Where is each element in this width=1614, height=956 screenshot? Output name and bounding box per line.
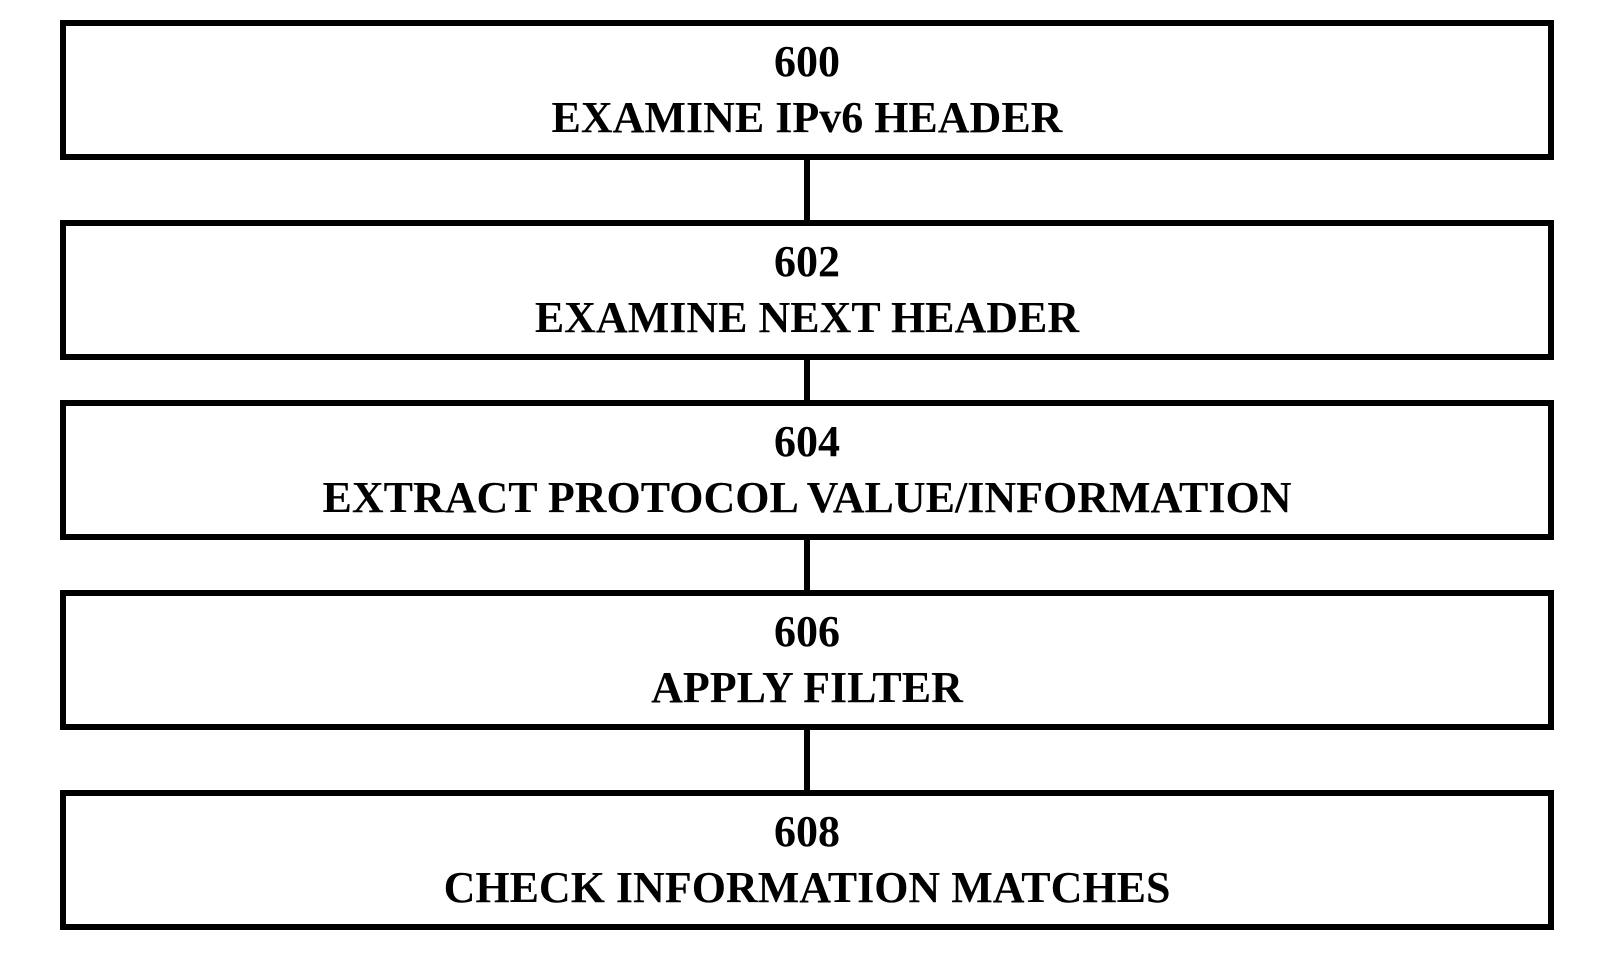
- step-text: EXAMINE NEXT HEADER: [535, 290, 1079, 346]
- step-box-602: 602 EXAMINE NEXT HEADER: [60, 220, 1554, 360]
- step-number: 606: [774, 604, 840, 660]
- step-box-604: 604 EXTRACT PROTOCOL VALUE/INFORMATION: [60, 400, 1554, 540]
- step-text: EXTRACT PROTOCOL VALUE/INFORMATION: [323, 470, 1292, 526]
- step-box-608: 608 CHECK INFORMATION MATCHES: [60, 790, 1554, 930]
- step-box-606: 606 APPLY FILTER: [60, 590, 1554, 730]
- flowchart-canvas: 600 EXAMINE IPv6 HEADER 602 EXAMINE NEXT…: [0, 0, 1614, 956]
- step-number: 604: [774, 414, 840, 470]
- connector-0-1: [804, 160, 810, 220]
- step-number: 600: [774, 34, 840, 90]
- connector-1-2: [804, 360, 810, 400]
- step-text: CHECK INFORMATION MATCHES: [444, 860, 1171, 916]
- connector-3-4: [804, 730, 810, 790]
- step-box-600: 600 EXAMINE IPv6 HEADER: [60, 20, 1554, 160]
- step-number: 602: [774, 234, 840, 290]
- step-text: EXAMINE IPv6 HEADER: [552, 90, 1063, 146]
- step-number: 608: [774, 804, 840, 860]
- step-text: APPLY FILTER: [651, 660, 963, 716]
- connector-2-3: [804, 540, 810, 590]
